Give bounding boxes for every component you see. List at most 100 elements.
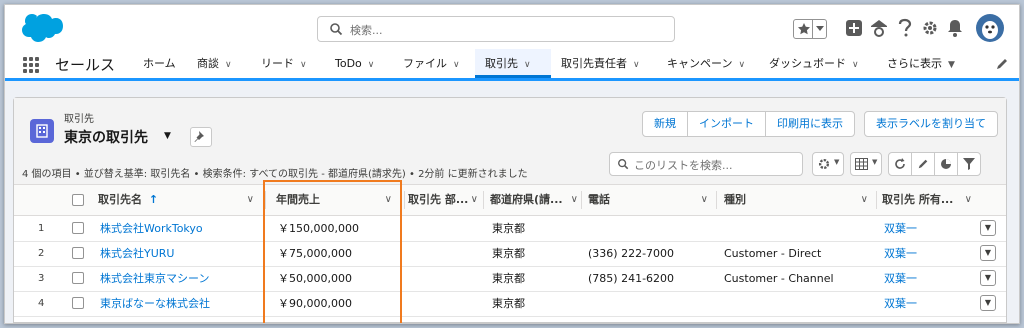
column-header-account-name[interactable]: 取引先名 ↑ ∨ (98, 185, 260, 215)
app-name: セールス (55, 56, 116, 74)
chevron-down-icon[interactable]: ∨ (247, 185, 254, 215)
row-checkbox[interactable] (72, 222, 84, 234)
column-header-type[interactable]: 種別 ∨ (724, 185, 874, 215)
nav-item-accounts[interactable]: 取引先 ∨ (475, 49, 551, 78)
nav-item-contacts[interactable]: 取引先責任者 ∨ (561, 49, 640, 78)
column-header-billing-state[interactable]: 都道府県(請... ∨ (490, 185, 580, 215)
owner-link[interactable]: 双葉一 (884, 291, 917, 316)
list-view-title[interactable]: 東京の取引先 (64, 127, 148, 147)
chevron-down-icon[interactable]: ∨ (861, 185, 868, 215)
billing-state-cell: 東京都 (492, 222, 525, 235)
list-search-input[interactable]: このリストを検索... (609, 152, 803, 176)
row-checkbox[interactable] (72, 272, 84, 284)
account-name-link[interactable]: 株式会社東京マシーン (100, 266, 209, 291)
chevron-down-icon[interactable]: ∨ (852, 51, 859, 80)
nav-item-dashboards[interactable]: ダッシュボード ∨ (769, 49, 859, 78)
column-divider (876, 191, 877, 209)
column-header-annual-revenue[interactable]: 年間売上 ∨ (276, 185, 398, 215)
chevron-down-icon[interactable]: ∨ (633, 51, 640, 80)
object-label: 取引先 (64, 114, 94, 125)
notification-bell-icon[interactable] (947, 19, 963, 37)
app-launcher-icon[interactable] (23, 57, 39, 73)
nav-item-more[interactable]: さらに表示 ▼ (887, 49, 955, 78)
nav-item-opportunities[interactable]: 商談 ∨ (197, 49, 232, 78)
account-name-link[interactable]: 株式会社YURU (100, 241, 174, 266)
chevron-down-icon[interactable]: ∨ (453, 51, 460, 80)
row-actions-menu-icon[interactable]: ▼ (980, 295, 996, 311)
owner-link[interactable]: 双葉一 (884, 216, 917, 241)
row-checkbox[interactable] (72, 247, 84, 259)
gear-icon (818, 158, 830, 170)
chevron-down-icon[interactable]: ∨ (225, 51, 232, 80)
pin-icon (194, 131, 204, 142)
row-actions-menu-icon[interactable]: ▼ (980, 220, 996, 236)
chevron-down-icon[interactable]: ∨ (965, 185, 972, 215)
pin-list-button[interactable] (190, 127, 212, 147)
column-divider (404, 191, 405, 209)
column-divider (716, 191, 717, 209)
printable-view-button[interactable]: 印刷用に表示 (765, 111, 855, 137)
list-view-info: 4 個の項目 • 並び替え基準: 取引先名 • 検索条件: すべての取引先 - … (22, 169, 528, 180)
chevron-down-icon[interactable]: ∨ (738, 51, 745, 80)
filters-button[interactable] (957, 152, 981, 176)
table-row: 2 株式会社YURU ￥75,000,000 東京都 (336) 222-700… (14, 241, 1006, 267)
chevron-down-icon[interactable]: ∨ (571, 185, 578, 215)
list-settings-button[interactable]: ▼ (812, 152, 844, 176)
global-add-icon[interactable] (845, 19, 863, 37)
nav-item-home[interactable]: ホーム (143, 49, 176, 78)
list-view-header: 取引先 東京の取引先 ▼ 新規 インポート 印刷用に表示 表示ラベルを割り当て … (14, 98, 1006, 185)
edit-nav-pencil-icon[interactable] (995, 57, 1009, 71)
row-number: 1 (38, 223, 45, 234)
refresh-button[interactable] (888, 152, 912, 176)
setup-gear-icon[interactable] (921, 19, 939, 37)
chevron-down-icon[interactable]: ∨ (368, 51, 375, 80)
table-icon (855, 158, 868, 170)
pie-chart-icon (941, 159, 951, 169)
row-actions-menu-icon[interactable]: ▼ (980, 270, 996, 286)
annual-revenue-cell: ￥150,000,000 (278, 222, 359, 235)
charts-button[interactable] (934, 152, 958, 176)
nav-item-files[interactable]: ファイル ∨ (403, 49, 460, 78)
nav-item-todo[interactable]: ToDo ∨ (335, 49, 374, 78)
select-all-checkbox[interactable] (72, 194, 84, 206)
account-object-icon (30, 119, 54, 143)
chevron-down-icon[interactable]: ∨ (471, 185, 478, 215)
row-number: 3 (38, 273, 45, 284)
avatar[interactable] (975, 13, 1005, 43)
filter-icon (963, 158, 975, 170)
global-search[interactable]: 検索... (317, 16, 675, 42)
salesforce-cloud-logo[interactable] (17, 13, 63, 45)
row-checkbox[interactable] (72, 297, 84, 309)
caret-down-icon[interactable]: ▼ (948, 51, 955, 80)
chevron-down-icon[interactable]: ∨ (385, 185, 392, 215)
owner-link[interactable]: 双葉一 (884, 266, 917, 291)
list-search-placeholder: このリストを検索... (634, 159, 733, 172)
nav-item-campaigns[interactable]: キャンペーン ∨ (667, 49, 745, 78)
import-button[interactable]: インポート (687, 111, 766, 137)
account-name-link[interactable]: 株式会社WorkTokyo (100, 216, 203, 241)
column-header-account-owner[interactable]: 取引先 所有... ∨ (882, 185, 974, 215)
column-header-phone[interactable]: 電話 ∨ (588, 185, 714, 215)
app-window: 検索... セールス ホーム 商談∨ リード∨ ToDo∨ ファイル∨ (4, 4, 1020, 324)
favorites-dropdown-icon[interactable] (816, 26, 824, 32)
sort-ascending-icon: ↑ (148, 193, 159, 206)
caret-down-icon: ▼ (834, 158, 840, 166)
help-icon[interactable] (897, 18, 913, 38)
new-button[interactable]: 新規 (642, 111, 688, 137)
row-actions-menu-icon[interactable]: ▼ (980, 245, 996, 261)
row-number: 4 (38, 298, 45, 309)
chevron-down-icon[interactable]: ∨ (300, 51, 307, 80)
column-header-account-division[interactable]: 取引先 部... ∨ (408, 185, 480, 215)
display-as-button[interactable]: ▼ (850, 152, 882, 176)
nav-item-leads[interactable]: リード ∨ (261, 49, 307, 78)
list-view-picker-icon[interactable]: ▼ (164, 131, 171, 141)
favorites-button[interactable] (793, 19, 827, 39)
account-name-link[interactable]: 東京ばなーな株式会社 (100, 291, 210, 316)
trailhead-icon[interactable] (869, 18, 889, 38)
edit-list-button[interactable] (911, 152, 935, 176)
assign-label-button[interactable]: 表示ラベルを割り当て (864, 111, 998, 137)
chevron-down-icon[interactable]: ∨ (701, 185, 708, 215)
chevron-down-icon[interactable]: ∨ (524, 51, 531, 80)
owner-link[interactable]: 双葉一 (884, 241, 917, 266)
search-icon (618, 159, 629, 170)
